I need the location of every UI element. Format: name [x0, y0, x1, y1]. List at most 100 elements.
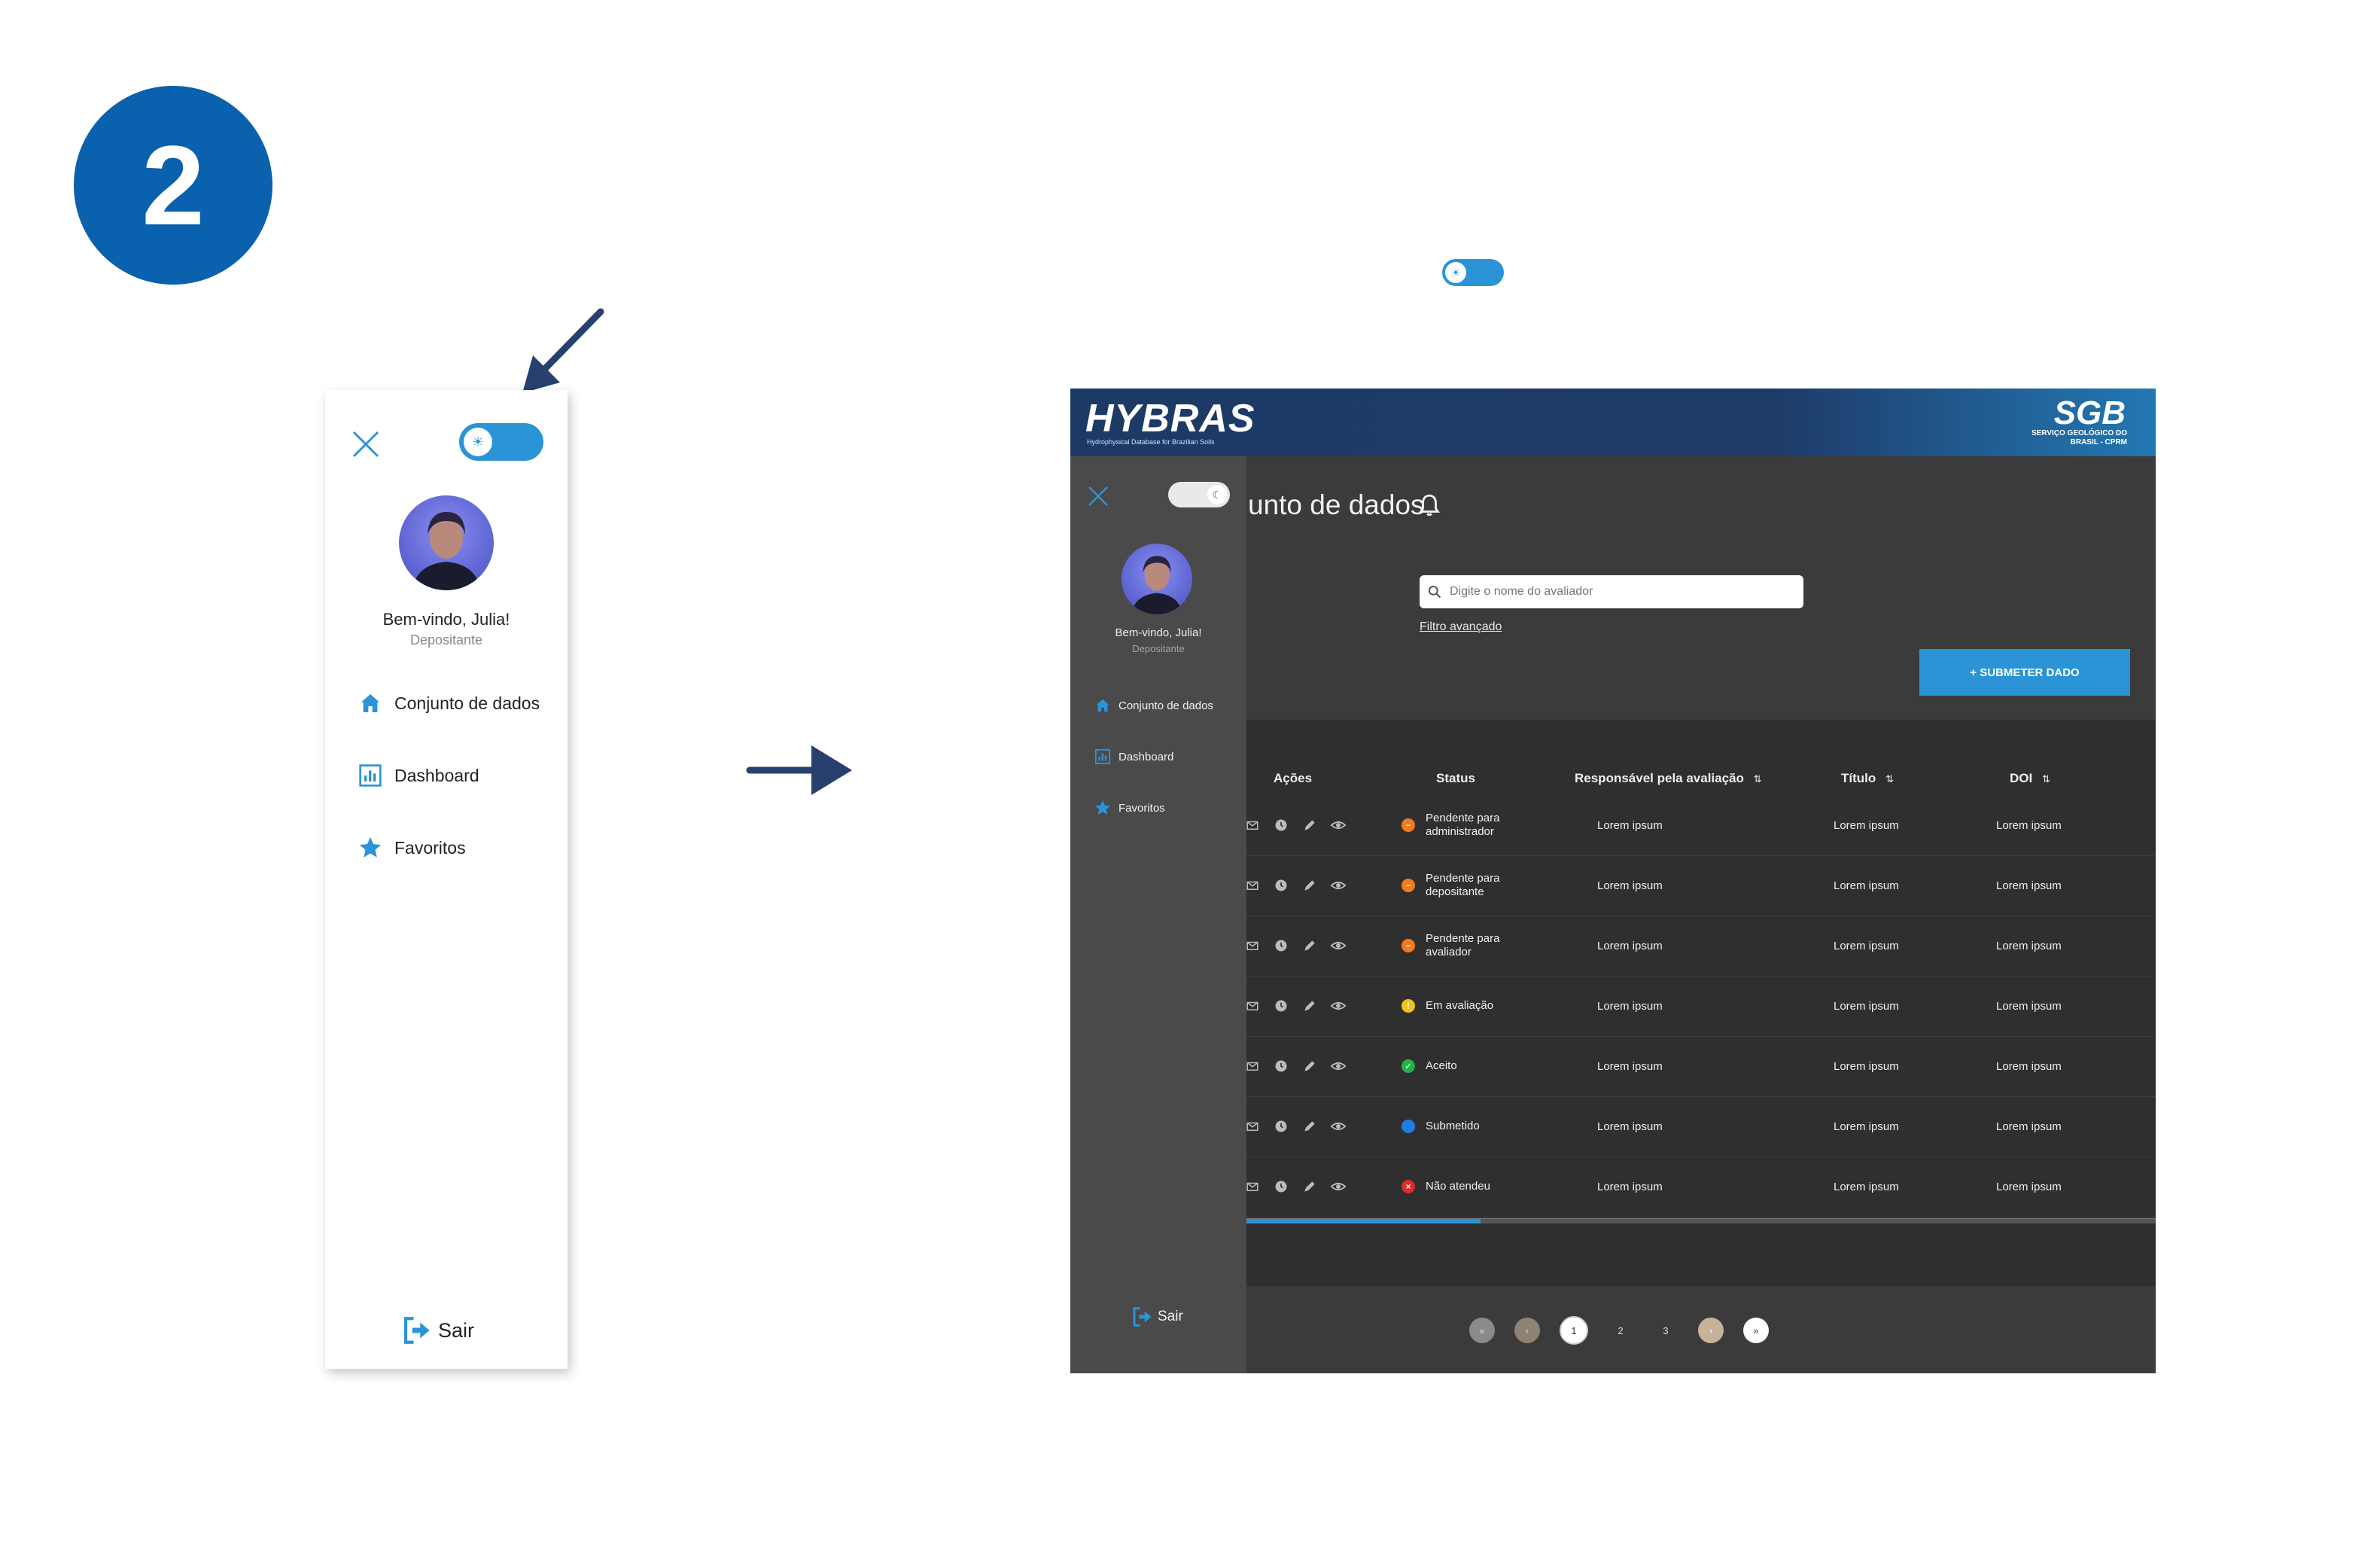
- view-icon[interactable]: [1329, 937, 1347, 955]
- clock-icon[interactable]: [1272, 937, 1290, 955]
- view-icon[interactable]: [1329, 997, 1347, 1015]
- edit-icon[interactable]: [1301, 876, 1319, 894]
- sidebar-item-conjunto[interactable]: Conjunto de dados: [357, 690, 540, 717]
- pointer-arrow-icon: [522, 308, 604, 393]
- sidebar-item-label: Conjunto de dados: [394, 693, 540, 713]
- edit-icon[interactable]: [1301, 1178, 1319, 1196]
- view-icon[interactable]: [1329, 1117, 1347, 1135]
- view-icon[interactable]: [1329, 1178, 1347, 1196]
- prev-page-button[interactable]: ‹: [1514, 1318, 1540, 1343]
- sidebar-item-dashboard[interactable]: Dashboard: [357, 762, 479, 789]
- status-text: Aceito: [1426, 1059, 1457, 1072]
- edit-icon[interactable]: [1301, 816, 1319, 834]
- column-header-titulo[interactable]: Título ⇅: [1841, 771, 1894, 786]
- cell-titulo: Lorem ipsum: [1834, 939, 1899, 952]
- sort-icon[interactable]: ⇅: [1885, 773, 1894, 785]
- edit-icon[interactable]: [1301, 997, 1319, 1015]
- status-text: Pendente para avaliador: [1426, 932, 1500, 958]
- status-indicator-icon: −: [1402, 879, 1415, 892]
- cell-responsavel: Lorem ipsum: [1597, 879, 1663, 892]
- clock-icon[interactable]: [1272, 876, 1290, 894]
- clock-icon[interactable]: [1272, 1057, 1290, 1075]
- page-button-current[interactable]: 1: [1560, 1316, 1588, 1345]
- logout-button[interactable]: Sair: [400, 1315, 474, 1346]
- sidebar-item-label: Dashboard: [394, 765, 479, 785]
- table-row: Submetido Lorem ipsum Lorem ipsum Lorem ips…: [1243, 1096, 2156, 1157]
- sidebar-item-favoritos[interactable]: Favoritos: [1093, 798, 1165, 818]
- cell-titulo: Lorem ipsum: [1834, 999, 1899, 1013]
- status-cell: − Pendente para avaliador: [1402, 916, 1516, 976]
- last-page-button[interactable]: »: [1743, 1318, 1769, 1343]
- user-role: Depositante: [1132, 643, 1185, 654]
- first-page-button[interactable]: «: [1469, 1318, 1495, 1343]
- column-header-status[interactable]: Status: [1436, 771, 1475, 786]
- status-indicator-icon: [1402, 1120, 1415, 1133]
- edit-icon[interactable]: [1301, 1117, 1319, 1135]
- hybras-logo-subtitle: Hydrophysical Database for Brazilian Soi…: [1087, 438, 1215, 446]
- column-header-label: DOI: [2010, 771, 2033, 785]
- view-icon[interactable]: [1329, 816, 1347, 834]
- search-box[interactable]: [1420, 575, 1803, 608]
- edit-icon[interactable]: [1301, 937, 1319, 955]
- cell-responsavel: Lorem ipsum: [1597, 1120, 1663, 1133]
- page-button[interactable]: 2: [1608, 1318, 1633, 1343]
- horizontal-scrollbar[interactable]: [1243, 1218, 2156, 1223]
- cell-doi: Lorem ipsum: [1996, 1059, 2062, 1073]
- row-actions: [1243, 1178, 1358, 1196]
- table-row: ✓ Aceito Lorem ipsum Lorem ipsum Lorem ipsum: [1243, 1036, 2156, 1097]
- close-icon[interactable]: [1087, 485, 1109, 507]
- sort-icon[interactable]: ⇅: [1754, 773, 1762, 785]
- star-icon: [1093, 798, 1112, 818]
- user-role: Depositante: [409, 632, 483, 648]
- status-cell: − Pendente para depositante: [1402, 855, 1516, 916]
- cell-responsavel: Lorem ipsum: [1597, 1059, 1663, 1073]
- view-icon[interactable]: [1329, 876, 1347, 894]
- advanced-filter-link[interactable]: Filtro avançado: [1420, 620, 1502, 634]
- status-cell: ✓ Aceito: [1402, 1036, 1516, 1096]
- theme-toggle-dark[interactable]: ☾: [1168, 482, 1230, 507]
- scrollbar-thumb[interactable]: [1243, 1219, 1481, 1223]
- row-actions: [1243, 816, 1358, 834]
- next-page-button[interactable]: ›: [1698, 1318, 1724, 1343]
- cell-titulo: Lorem ipsum: [1834, 818, 1899, 832]
- dark-theme-screenshot: HYBRAS Hydrophysical Database for Brazil…: [1070, 388, 2156, 1373]
- step-number-badge: 2: [74, 86, 272, 285]
- pagination: « ‹ 1 2 3 › »: [1469, 1316, 1788, 1345]
- moon-icon: ☾: [1207, 485, 1227, 504]
- cell-titulo: Lorem ipsum: [1834, 1059, 1899, 1073]
- close-icon[interactable]: [351, 429, 381, 459]
- status-indicator-icon: ×: [1402, 1180, 1415, 1193]
- sidebar-item-conjunto[interactable]: Conjunto de dados: [1093, 696, 1213, 715]
- welcome-text: Bem-vindo, Julia!: [382, 610, 510, 629]
- status-text: Pendente para depositante: [1426, 872, 1500, 898]
- column-header-responsavel[interactable]: Responsável pela avaliação ⇅: [1575, 771, 1762, 786]
- welcome-text: Bem-vindo, Julia!: [1115, 626, 1202, 639]
- page-button[interactable]: 3: [1653, 1318, 1678, 1343]
- logout-button[interactable]: Sair: [1131, 1306, 1183, 1328]
- logout-icon: [1133, 1307, 1152, 1327]
- view-icon[interactable]: [1329, 1057, 1347, 1075]
- sidebar-item-label: Conjunto de dados: [1118, 699, 1213, 712]
- clock-icon[interactable]: [1272, 816, 1290, 834]
- column-header-doi[interactable]: DOI ⇅: [2010, 771, 2050, 786]
- status-text: Pendente para administrador: [1426, 812, 1500, 838]
- sidebar-item-dashboard[interactable]: Dashboard: [1093, 747, 1173, 766]
- search-input[interactable]: [1448, 584, 1782, 599]
- theme-toggle-light[interactable]: ☀: [459, 423, 543, 461]
- bell-icon[interactable]: [1417, 492, 1442, 518]
- sidebar-item-favoritos[interactable]: Favoritos: [357, 834, 466, 861]
- edit-icon[interactable]: [1301, 1057, 1319, 1075]
- submit-data-button[interactable]: + SUBMETER DADO: [1919, 649, 2130, 696]
- row-actions: [1243, 1057, 1358, 1075]
- table-row: ! Em avaliação Lorem ipsum Lorem ipsum Lorem…: [1243, 976, 2156, 1037]
- theme-toggle[interactable]: ☀: [1442, 259, 1504, 286]
- cell-titulo: Lorem ipsum: [1834, 1120, 1899, 1133]
- status-indicator-icon: −: [1402, 818, 1415, 832]
- clock-icon[interactable]: [1272, 1117, 1290, 1135]
- table-row: − Pendente para depositante Lorem ipsum Lor…: [1243, 855, 2156, 916]
- clock-icon[interactable]: [1272, 1178, 1290, 1196]
- clock-icon[interactable]: [1272, 997, 1290, 1015]
- sort-icon[interactable]: ⇅: [2042, 773, 2050, 785]
- cell-doi: Lorem ipsum: [1996, 999, 2062, 1013]
- avatar: [399, 495, 494, 590]
